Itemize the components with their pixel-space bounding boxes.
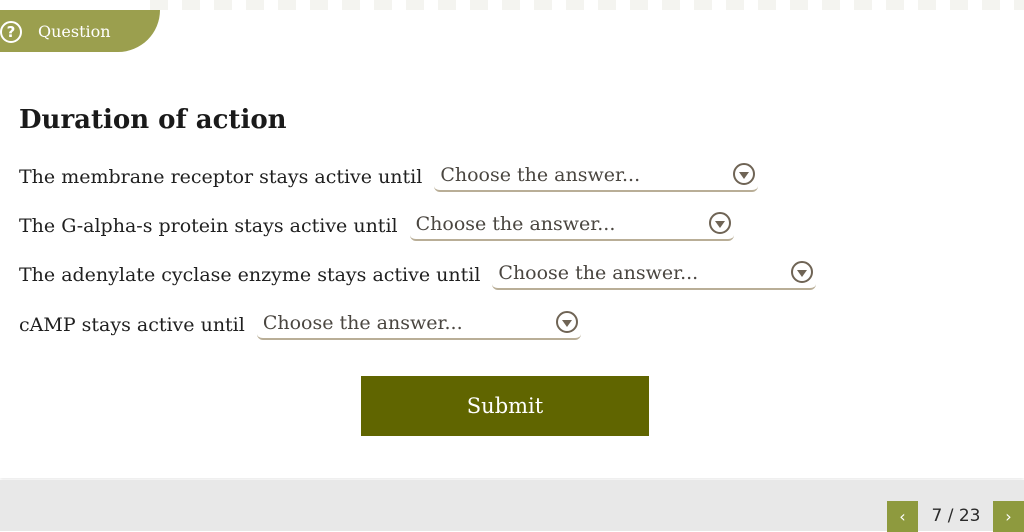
decorative-pattern (150, 0, 1024, 10)
select-placeholder: Choose the answer... (440, 164, 641, 186)
chevron-down-icon (555, 311, 578, 333)
next-page-button[interactable]: › (993, 501, 1024, 532)
select-placeholder: Choose the answer... (498, 262, 699, 284)
chevron-down-icon (791, 261, 814, 283)
row-label: The G-alpha-s protein stays active until (19, 215, 398, 237)
question-circle-icon: ? (0, 21, 22, 43)
previous-page-button[interactable]: ‹ (887, 501, 918, 532)
select-placeholder: Choose the answer... (415, 213, 616, 235)
question-tab-label: Question (38, 22, 111, 41)
question-row-g-alpha-s: The G-alpha-s protein stays active until… (19, 211, 734, 241)
row-label: cAMP stays active until (19, 314, 245, 336)
chevron-left-icon: ‹ (899, 507, 906, 526)
chevron-right-icon: › (1005, 507, 1012, 526)
question-row-adenylate-cyclase: The adenylate cyclase enzyme stays activ… (19, 260, 817, 290)
question-row-camp: cAMP stays active until Choose the answe… (19, 310, 581, 340)
row-label: The membrane receptor stays active until (19, 166, 423, 188)
select-placeholder: Choose the answer... (262, 312, 463, 334)
question-card: ? Question Duration of action The membra… (0, 0, 1024, 478)
question-row-receptor: The membrane receptor stays active until… (19, 162, 759, 192)
page-title: Duration of action (19, 105, 287, 135)
answer-select-camp[interactable]: Choose the answer... (256, 310, 581, 340)
answer-select-g-alpha-s[interactable]: Choose the answer... (409, 211, 734, 241)
submit-button[interactable]: Submit (361, 376, 649, 436)
row-label: The adenylate cyclase enzyme stays activ… (19, 264, 481, 286)
page-indicator: 7 / 23 (931, 506, 981, 526)
footer-bar (0, 480, 1024, 531)
chevron-down-icon (733, 163, 756, 185)
answer-select-adenylate-cyclase[interactable]: Choose the answer... (492, 260, 817, 290)
answer-select-receptor[interactable]: Choose the answer... (434, 162, 759, 192)
chevron-down-icon (708, 212, 731, 234)
question-tab: ? Question (0, 10, 160, 52)
